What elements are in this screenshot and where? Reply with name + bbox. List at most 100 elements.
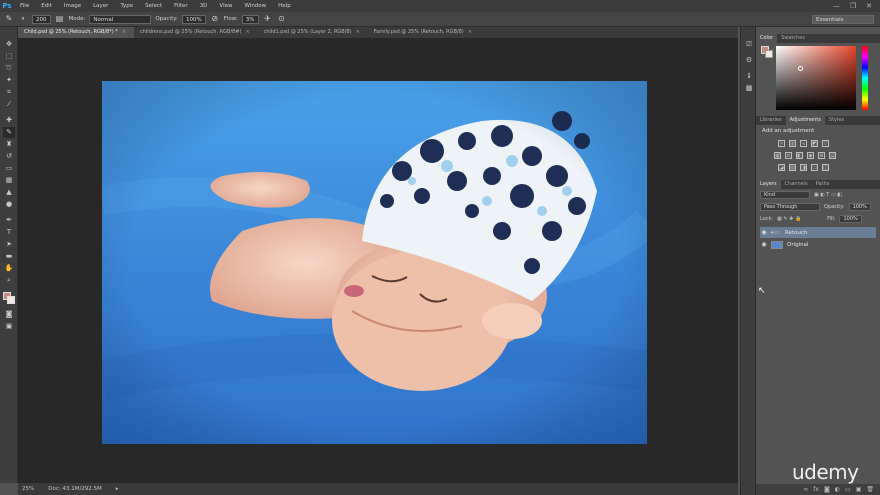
close-icon[interactable]: ✕: [866, 2, 872, 10]
chevron-down-icon[interactable]: ▾: [18, 14, 28, 24]
tab-libraries[interactable]: Libraries: [756, 116, 786, 125]
link-layers-icon[interactable]: ∞: [803, 486, 808, 493]
add-mask-icon[interactable]: ◙: [824, 486, 830, 493]
color-lookup-icon[interactable]: ▤: [829, 152, 836, 159]
close-icon[interactable]: ×: [468, 29, 472, 35]
path-select-tool-icon[interactable]: ➤: [3, 239, 15, 250]
pen-tool-icon[interactable]: ✒: [3, 215, 15, 226]
menu-image[interactable]: Image: [58, 0, 87, 12]
tab-child[interactable]: Child.psd @ 25% (Retouch, RGB/8*) * ×: [18, 27, 134, 38]
menu-file[interactable]: File: [14, 0, 35, 12]
canvas-area[interactable]: [18, 38, 738, 483]
marquee-tool-icon[interactable]: ⬚: [3, 51, 15, 62]
menu-layer[interactable]: Layer: [87, 0, 114, 12]
color-picker-ring[interactable]: [798, 66, 803, 71]
threshold-icon[interactable]: ◨: [800, 164, 807, 171]
healing-brush-tool-icon[interactable]: ✚: [3, 115, 15, 126]
eyedropper-tool-icon[interactable]: ⁄: [3, 99, 15, 110]
menu-filter[interactable]: Filter: [168, 0, 194, 12]
quick-mask-icon[interactable]: ◙: [3, 309, 15, 320]
brush-size-picker[interactable]: 200: [32, 14, 51, 24]
close-icon[interactable]: ×: [356, 29, 360, 35]
menu-type[interactable]: Type: [114, 0, 139, 12]
opacity-field[interactable]: 100%: [181, 14, 206, 24]
color-balance-icon[interactable]: ⚖: [785, 152, 792, 159]
pressure-opacity-icon[interactable]: ⊘: [210, 14, 220, 24]
minimize-icon[interactable]: —: [833, 2, 840, 10]
fx-icon[interactable]: fx: [813, 486, 819, 493]
tab-swatches[interactable]: Swatches: [777, 34, 809, 43]
zoom-tool-icon[interactable]: ⌕: [3, 275, 15, 286]
menu-edit[interactable]: Edit: [35, 0, 58, 12]
vibrance-icon[interactable]: ▽: [822, 140, 829, 147]
type-tool-icon[interactable]: T: [3, 227, 15, 238]
brush-tool-icon[interactable]: ✎: [4, 14, 14, 24]
adjustment-layer-icon[interactable]: ◐: [835, 486, 840, 493]
black-white-icon[interactable]: ◧: [796, 152, 803, 159]
properties-icon[interactable]: ⚙: [744, 55, 754, 65]
menu-3d[interactable]: 3D: [194, 0, 214, 12]
levels-icon[interactable]: ▥: [789, 140, 796, 147]
close-icon[interactable]: ×: [245, 29, 249, 35]
zoom-level[interactable]: 25%: [22, 486, 34, 492]
layer-kind-filter[interactable]: Kind: [760, 191, 810, 199]
blend-mode-dropdown[interactable]: Pass Through: [760, 203, 820, 211]
menu-select[interactable]: Select: [139, 0, 168, 12]
pressure-size-icon[interactable]: ⊙: [277, 14, 287, 24]
visibility-eye-icon[interactable]: ◉: [760, 241, 768, 248]
new-group-icon[interactable]: ▭: [845, 486, 851, 493]
doc-size-info[interactable]: Doc: 43.1M/292.5M: [48, 486, 102, 492]
menu-window[interactable]: Window: [238, 0, 272, 12]
tab-color[interactable]: Color: [756, 34, 778, 43]
hue-slider[interactable]: [862, 46, 868, 110]
tab-child1[interactable]: child1.psd @ 25% (Layer 2, RGB/8) ×: [258, 27, 368, 38]
screen-mode-icon[interactable]: ▣: [3, 321, 15, 332]
lock-icons[interactable]: ▦ ✎ ✥ 🔒: [777, 216, 823, 222]
blur-tool-icon[interactable]: ▲: [3, 187, 15, 198]
layer-row-retouch[interactable]: ◉ ▸▭ Retouch: [760, 227, 876, 238]
tab-adjustments[interactable]: Adjustments: [785, 116, 825, 125]
eraser-tool-icon[interactable]: ▭: [3, 163, 15, 174]
brush-tool-icon[interactable]: ✎: [3, 127, 15, 138]
chevron-right-icon[interactable]: ▸: [116, 486, 119, 492]
history-icon[interactable]: ⎚: [744, 39, 754, 49]
gradient-map-icon[interactable]: ▭: [811, 164, 818, 171]
tab-childrens[interactable]: childrens.psd @ 25% (Retouch, RGB/8#) ×: [134, 27, 258, 38]
workspace-dropdown[interactable]: Essentials: [812, 14, 874, 24]
visibility-eye-icon[interactable]: ◉: [760, 229, 768, 236]
document-photo[interactable]: [102, 81, 647, 444]
photo-filter-icon[interactable]: ◉: [807, 152, 814, 159]
brightness-icon[interactable]: ☼: [778, 140, 785, 147]
close-icon[interactable]: ×: [122, 29, 126, 35]
clone-stamp-tool-icon[interactable]: ♜: [3, 139, 15, 150]
trash-icon[interactable]: 🗑: [866, 486, 874, 493]
selective-color-icon[interactable]: ◫: [822, 164, 829, 171]
layer-row-original[interactable]: ◉ Original: [760, 239, 876, 250]
dodge-tool-icon[interactable]: ●: [3, 199, 15, 210]
brush-presets-icon[interactable]: ▩: [744, 83, 754, 93]
layer-fill-field[interactable]: 100%: [839, 215, 862, 223]
background-color-chip[interactable]: [765, 50, 773, 58]
gradient-tool-icon[interactable]: ▦: [3, 175, 15, 186]
tab-channels[interactable]: Channels: [781, 180, 812, 189]
tab-family[interactable]: Family.psd @ 25% (Retouch, RGB/8) ×: [368, 27, 480, 38]
info-icon[interactable]: ℹ: [744, 71, 754, 81]
hand-tool-icon[interactable]: ✋: [3, 263, 15, 274]
brush-panel-icon[interactable]: ▤: [55, 14, 65, 24]
curves-icon[interactable]: ∿: [800, 140, 807, 147]
crop-tool-icon[interactable]: ⌗: [3, 87, 15, 98]
tab-styles[interactable]: Styles: [825, 116, 848, 125]
flow-field[interactable]: 3%: [241, 14, 259, 24]
menu-help[interactable]: Help: [272, 0, 297, 12]
posterize-icon[interactable]: ▧: [789, 164, 796, 171]
channel-mixer-icon[interactable]: ⊛: [818, 152, 825, 159]
filter-icons[interactable]: ▣ ◐ T ▭ ◧: [814, 192, 842, 198]
new-layer-icon[interactable]: ▣: [856, 486, 862, 493]
restore-icon[interactable]: ❐: [850, 2, 856, 10]
airbrush-icon[interactable]: ✈: [263, 14, 273, 24]
tab-paths[interactable]: Paths: [812, 180, 834, 189]
background-color-swatch[interactable]: [7, 296, 15, 304]
tab-layers[interactable]: Layers: [756, 180, 781, 189]
history-brush-tool-icon[interactable]: ↺: [3, 151, 15, 162]
exposure-icon[interactable]: ◩: [811, 140, 818, 147]
